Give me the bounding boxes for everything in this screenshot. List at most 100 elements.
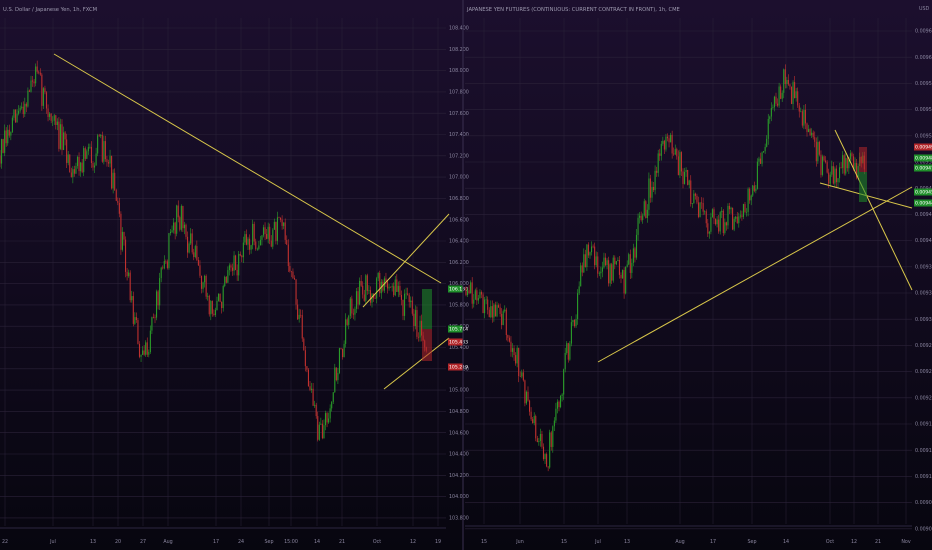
candle-body — [845, 158, 847, 174]
candle-body — [13, 109, 15, 118]
candle-body — [87, 147, 89, 152]
candle-body — [643, 201, 645, 216]
x-tick-label: 12 — [851, 539, 857, 545]
candle-body — [626, 264, 628, 267]
candle-body — [311, 388, 313, 390]
candle-body — [36, 66, 38, 72]
candle-body — [835, 168, 837, 183]
candle-body — [617, 260, 619, 262]
candle-body — [98, 135, 100, 137]
usdjpy-position-boxes — [422, 289, 432, 361]
x-tick-label: 19 — [435, 539, 441, 545]
candle-body — [146, 342, 148, 355]
candle-body — [780, 86, 782, 99]
candle-body — [834, 168, 836, 184]
candle-body — [544, 454, 546, 460]
candle-body — [725, 222, 727, 226]
candle-body — [577, 293, 579, 320]
candle-body — [166, 261, 168, 268]
position-box[interactable] — [859, 147, 867, 172]
x-tick-label: Oct — [373, 539, 381, 545]
candle-body — [89, 146, 91, 148]
candle-body — [496, 305, 498, 317]
candle-body — [231, 267, 234, 271]
candle-body — [702, 203, 704, 212]
candle-body — [233, 255, 235, 271]
candle-body — [104, 141, 106, 160]
candle-body — [125, 239, 127, 272]
candle-body — [320, 423, 322, 425]
candle-body — [32, 80, 34, 82]
candle-body — [591, 246, 593, 253]
candle-body — [256, 248, 258, 250]
candle-body — [631, 262, 633, 273]
candle-body — [176, 205, 178, 234]
candle-body — [171, 230, 173, 232]
candle-body — [521, 372, 523, 377]
x-tick-label: 15:00 — [284, 539, 298, 545]
candle-body — [239, 253, 241, 256]
candle-body — [569, 343, 571, 360]
candle-body — [177, 205, 179, 218]
candle-body — [267, 226, 269, 239]
position-box[interactable] — [422, 289, 432, 329]
candle-body — [300, 314, 302, 316]
candle-body — [266, 233, 268, 239]
y-tick-label: 107.200 — [449, 153, 469, 159]
candle-body — [525, 391, 527, 404]
candle-body — [597, 256, 599, 274]
candle-body — [600, 271, 602, 274]
candle-body — [708, 231, 710, 234]
x-tick-label: 17 — [710, 539, 716, 545]
position-box[interactable] — [859, 172, 867, 202]
candle-body — [107, 162, 110, 164]
candle-body — [128, 272, 130, 277]
candle-body — [674, 149, 676, 155]
candle-body — [199, 265, 201, 276]
candle-body — [244, 234, 246, 243]
y-tick-label: 108.000 — [449, 68, 469, 74]
candle-body — [394, 279, 396, 296]
candle-body — [205, 275, 207, 297]
x-tick-label: 12 — [410, 539, 416, 545]
candle-body — [693, 193, 695, 204]
candle-body — [646, 209, 648, 219]
candle-body — [30, 80, 32, 92]
candle-body — [114, 172, 116, 191]
candle-body — [742, 204, 744, 217]
candle-body — [814, 137, 816, 142]
candle-body — [222, 286, 224, 309]
candle-body — [264, 227, 266, 234]
candle-body — [666, 136, 669, 139]
candle-body — [727, 205, 729, 226]
candle-body — [183, 224, 185, 229]
candle-body — [210, 301, 212, 315]
candle-body — [359, 280, 361, 305]
candle-body — [342, 348, 344, 358]
candle-body — [22, 106, 24, 115]
candle-body — [640, 215, 642, 221]
candle-body — [238, 253, 240, 276]
candle-body — [7, 129, 9, 144]
candle-body — [763, 151, 765, 153]
candle-body — [696, 195, 698, 203]
y-tick-label: 108.200 — [449, 47, 469, 53]
candle-body — [787, 79, 789, 85]
candle-body — [471, 282, 473, 304]
candle-body — [846, 158, 848, 169]
candle-body — [376, 278, 378, 299]
candle-body — [663, 140, 665, 150]
candle-body — [673, 153, 675, 155]
candle-body — [809, 129, 811, 136]
candle-body — [174, 222, 176, 234]
candle-body — [289, 266, 291, 272]
position-box[interactable] — [422, 329, 432, 361]
candle-body — [608, 260, 610, 284]
candle-body — [315, 404, 317, 417]
candle-body — [657, 153, 659, 173]
candle-body — [252, 223, 254, 246]
candle-body — [191, 233, 193, 253]
candle-body — [163, 260, 165, 269]
candle-body — [95, 153, 97, 166]
candle-body — [697, 202, 700, 217]
